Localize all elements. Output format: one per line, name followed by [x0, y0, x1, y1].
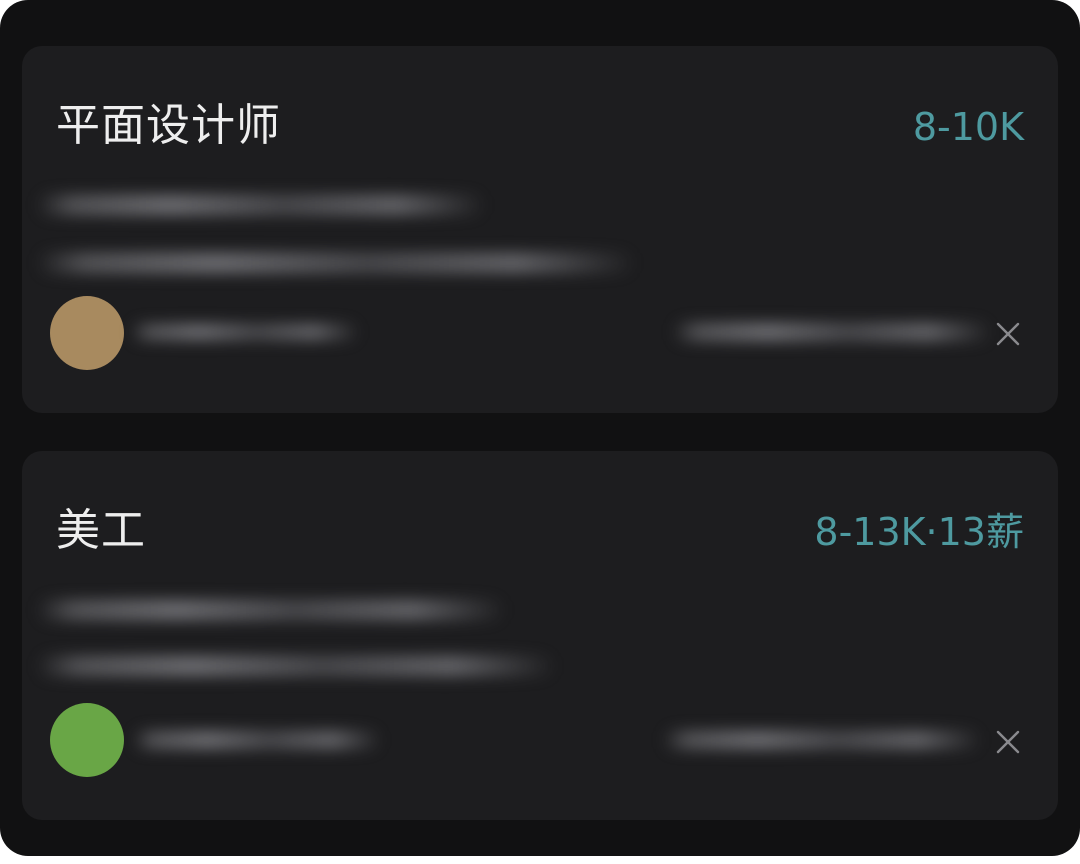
avatar: [50, 703, 124, 777]
blurred-company-info: [36, 599, 506, 621]
blurred-recruiter-name: [132, 730, 382, 750]
job-card[interactable]: 美工 8-13K·13薪: [22, 451, 1058, 820]
blurred-job-tags: [36, 655, 556, 677]
close-icon[interactable]: [994, 728, 1022, 756]
salary-label: 8-13K·13薪: [814, 510, 1024, 554]
job-title: 平面设计师: [56, 100, 281, 151]
blurred-job-tags: [36, 252, 636, 274]
job-list: 平面设计师 8-10K 美工 8-13K·13薪: [0, 0, 1080, 856]
salary-label: 8-10K: [912, 105, 1024, 149]
close-icon[interactable]: [994, 320, 1022, 348]
blurred-company-info: [36, 194, 486, 216]
blurred-recruiter-name: [130, 323, 360, 341]
blurred-location: [672, 322, 992, 342]
job-title: 美工: [56, 505, 146, 556]
blurred-location: [662, 730, 982, 750]
job-card[interactable]: 平面设计师 8-10K: [22, 46, 1058, 413]
avatar: [50, 296, 124, 370]
